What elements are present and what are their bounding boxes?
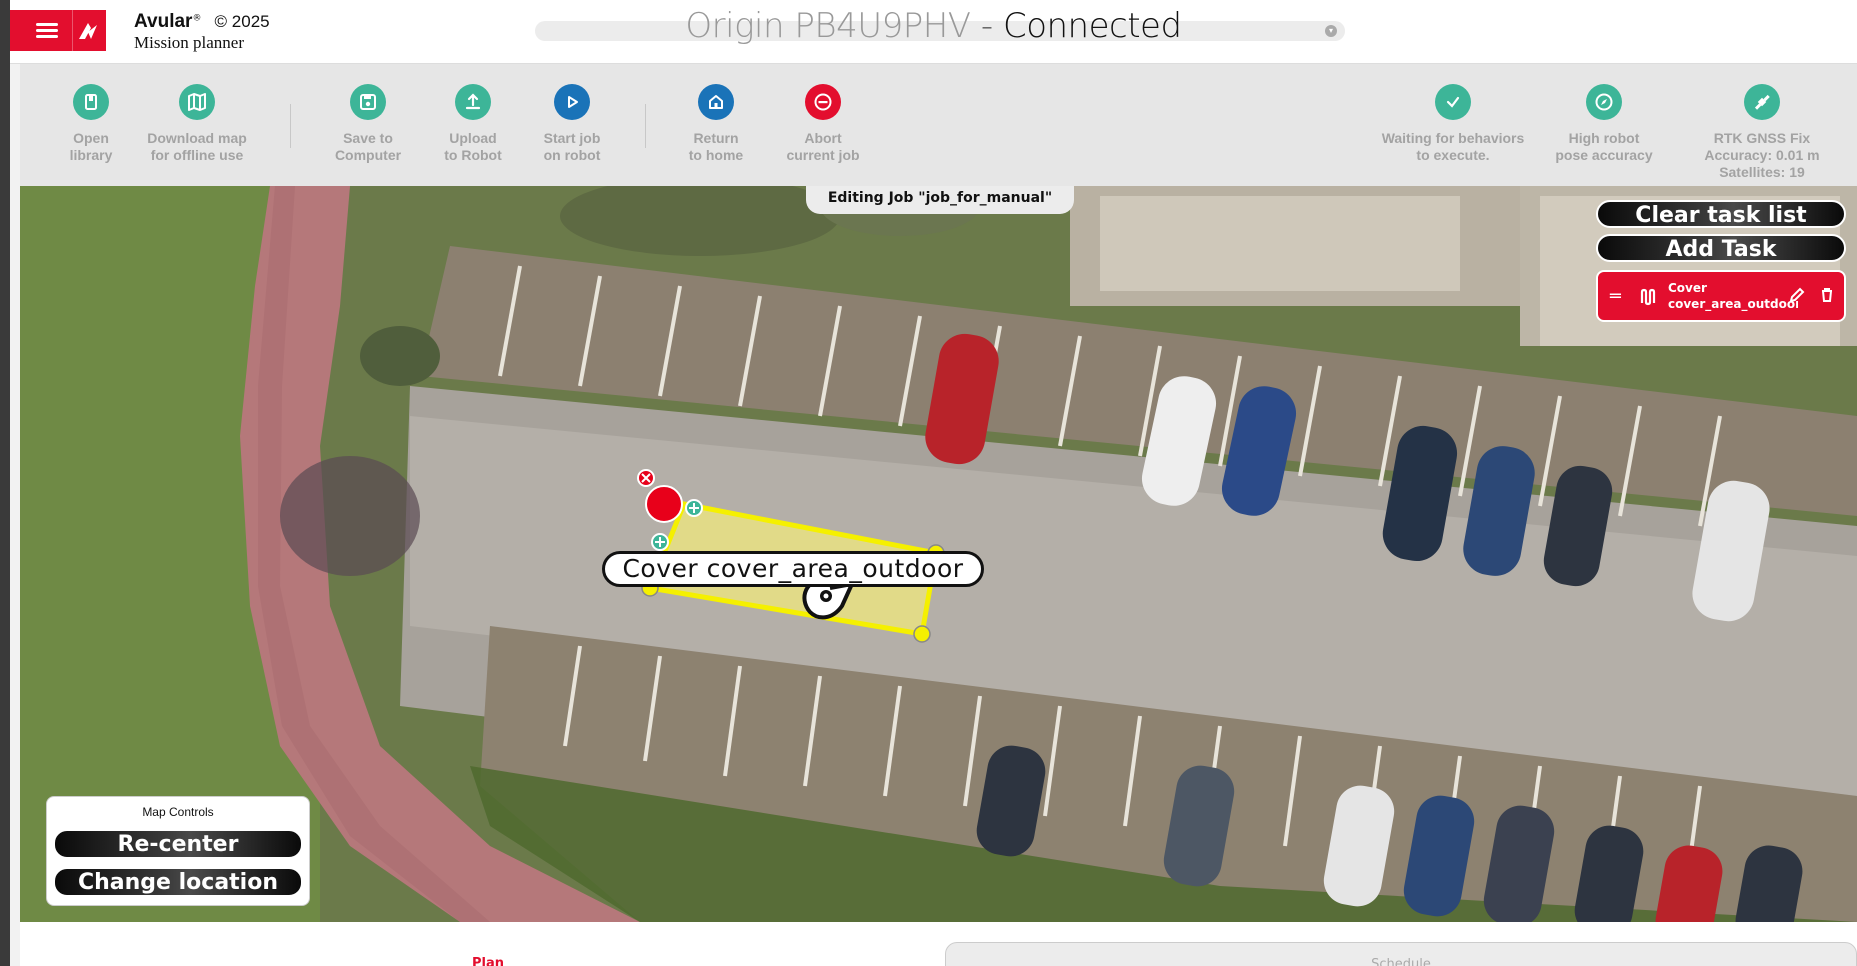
robot-selector[interactable]: ▾: [535, 21, 1345, 41]
editing-job-tab: Editing Job "job_for_manual": [806, 186, 1074, 214]
check-icon: [1435, 84, 1471, 120]
brand-registered: ®: [192, 13, 202, 24]
clear-task-list-button[interactable]: Clear task list: [1596, 200, 1846, 228]
change-location-button[interactable]: Change location: [53, 867, 303, 897]
brand-copyright: © 2025: [214, 12, 270, 31]
hamburger-icon[interactable]: [36, 23, 58, 38]
toolbar-divider: [645, 104, 646, 148]
menu-button[interactable]: [10, 10, 106, 51]
behavior-status: Waiting for behaviors to execute.: [1378, 84, 1528, 164]
area-label: Cover cover_area_outdoor: [602, 551, 984, 587]
abort-job-button[interactable]: Abort current job: [758, 84, 888, 164]
home-icon: [698, 84, 734, 120]
edit-icon[interactable]: [1788, 286, 1806, 304]
drag-handle-icon[interactable]: ═: [1610, 286, 1621, 307]
gnss-status: RTK GNSS Fix Accuracy: 0.01 m Satellites…: [1687, 84, 1837, 181]
toolbar-divider: [290, 104, 291, 148]
stop-icon: [805, 84, 841, 120]
trash-icon[interactable]: [1818, 286, 1836, 304]
start-job-button[interactable]: Start job on robot: [507, 84, 637, 164]
pose-accuracy-status: High robot pose accuracy: [1539, 84, 1669, 164]
toolbar: Open library Download map for offline us…: [20, 64, 1857, 186]
recenter-button[interactable]: Re-center: [53, 829, 303, 859]
bottom-tabs: Plan Schedule: [20, 922, 1857, 966]
map-controls-title: Map Controls: [142, 805, 214, 819]
brand-subtitle: Mission planner: [134, 33, 245, 52]
play-icon: [554, 84, 590, 120]
cover-task-icon: [1640, 288, 1656, 306]
task-card[interactable]: ═ Cover cover_area_outdoor: [1596, 270, 1846, 322]
save-icon: [350, 84, 386, 120]
header: Avular® © 2025 Mission planner ▾ Origin …: [10, 0, 1857, 64]
task-type: Cover: [1668, 281, 1707, 295]
chevron-down-icon[interactable]: ▾: [1325, 25, 1337, 37]
satellite-icon: [1744, 84, 1780, 120]
brand: Avular® © 2025 Mission planner: [134, 11, 270, 53]
tab-plan[interactable]: Plan: [30, 922, 946, 966]
compass-icon: [1586, 84, 1622, 120]
app-window: Avular® © 2025 Mission planner ▾ Origin …: [10, 0, 1857, 966]
start-point-marker[interactable]: [645, 485, 683, 523]
task-name: cover_area_outdoor: [1668, 297, 1798, 311]
upload-icon: [455, 84, 491, 120]
map-controls-panel: Map Controls Re-center Change location: [46, 796, 310, 906]
brand-name: Avular: [134, 11, 193, 32]
add-task-button[interactable]: Add Task: [1596, 234, 1846, 262]
download-map-button[interactable]: Download map for offline use: [132, 84, 262, 164]
tab-schedule[interactable]: Schedule: [945, 942, 1857, 966]
polygon-vertex-handle[interactable]: [913, 625, 931, 643]
book-icon: [73, 84, 109, 120]
avular-logo-icon: [79, 23, 97, 39]
map-icon: [179, 84, 215, 120]
